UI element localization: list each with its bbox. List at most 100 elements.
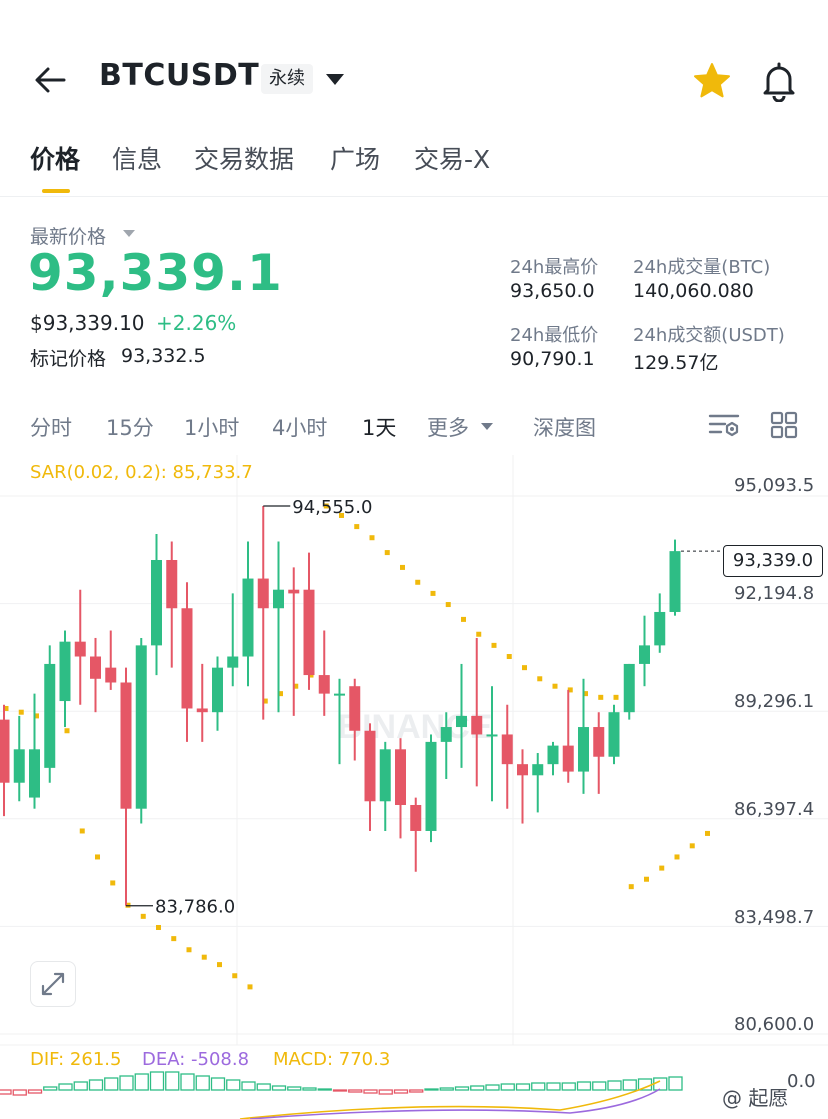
candle-body xyxy=(151,559,162,646)
candle-body xyxy=(166,559,178,609)
change-percent: +2.26% xyxy=(156,311,237,335)
candle-body xyxy=(13,749,25,783)
sar-dot xyxy=(18,709,24,715)
expand-chart-button[interactable] xyxy=(30,961,76,1007)
macd-bar xyxy=(439,1087,454,1091)
dif-label: DIF: 261.5 xyxy=(30,1049,122,1070)
interval-15m[interactable]: 15分 xyxy=(106,412,154,442)
bell-icon[interactable] xyxy=(758,60,800,102)
low-24h-label: 24h最低价 xyxy=(510,325,599,346)
candle-body xyxy=(105,667,117,683)
author-watermark: @ 起愿 xyxy=(722,1086,789,1110)
macd-bar xyxy=(119,1075,134,1091)
tab-trading-data[interactable]: 交易数据 xyxy=(194,140,294,176)
symbol-dropdown-caret-icon[interactable] xyxy=(326,74,344,85)
macd-bar xyxy=(500,1083,515,1091)
candle-body xyxy=(242,578,254,657)
interval-1h[interactable]: 1小时 xyxy=(184,412,239,442)
sar-dot xyxy=(415,579,421,585)
macd-panel xyxy=(0,1071,683,1119)
chart-settings-icon[interactable] xyxy=(707,410,741,442)
candle-body xyxy=(517,764,528,776)
interval-4h[interactable]: 4小时 xyxy=(272,412,327,442)
macd-bar xyxy=(88,1079,104,1091)
sar-dot xyxy=(384,550,390,556)
volume-usdt-value: 129.57亿 xyxy=(633,352,719,374)
interval-timeline[interactable]: 分时 xyxy=(30,412,72,442)
sar-dot xyxy=(552,683,558,689)
tab-info[interactable]: 信息 xyxy=(112,140,162,176)
candle-body xyxy=(456,715,467,728)
tab-price[interactable]: 价格 xyxy=(30,140,80,176)
interval-more[interactable]: 更多 xyxy=(427,412,469,442)
candlestick-chart[interactable]: BINANCE 94,555.0 83,786.0 xyxy=(0,455,828,1119)
tab-divider xyxy=(0,196,828,197)
tab-square[interactable]: 广场 xyxy=(330,140,380,176)
macd-bar xyxy=(531,1082,546,1091)
volume-btc-value: 140,060.080 xyxy=(633,280,754,302)
more-caret-icon[interactable] xyxy=(481,423,493,430)
candle-body xyxy=(425,741,437,831)
volume-btc-label: 24h成交量(BTC) xyxy=(633,257,771,278)
candle-body xyxy=(349,686,361,731)
sar-dot xyxy=(232,973,238,979)
y-axis-tick: 95,093.5 xyxy=(734,475,815,496)
candle-body xyxy=(578,727,589,772)
candle-body xyxy=(410,804,422,831)
candle-body xyxy=(395,749,406,805)
sar-dot xyxy=(354,524,360,530)
candle-body xyxy=(257,578,269,609)
sar-dot xyxy=(506,654,512,660)
sar-dot xyxy=(445,602,451,608)
macd-bar xyxy=(470,1085,485,1091)
macd-bar xyxy=(12,1089,27,1096)
low-annotation: 83,786.0 xyxy=(155,897,235,918)
sar-dot xyxy=(201,954,207,960)
y-axis-tick: 86,397.4 xyxy=(734,799,815,820)
sar-dot xyxy=(644,876,649,882)
macd-bar xyxy=(454,1086,470,1091)
perpetual-badge: 永续 xyxy=(261,64,313,94)
sar-dot xyxy=(79,828,85,834)
sar-dot xyxy=(156,924,161,930)
back-arrow-icon[interactable] xyxy=(30,60,70,100)
macd-bar xyxy=(592,1081,607,1091)
macd-bar xyxy=(27,1089,43,1094)
y-axis-tick: 92,194.8 xyxy=(734,583,815,604)
tab-trade-x[interactable]: 交易-X xyxy=(414,140,490,176)
macd-bar xyxy=(210,1077,226,1091)
dea-label: DEA: -508.8 xyxy=(142,1049,250,1070)
sar-dot xyxy=(689,843,695,849)
sar-dot xyxy=(369,535,375,541)
candle-body xyxy=(120,682,132,809)
macd-bar xyxy=(317,1088,332,1091)
candle-body xyxy=(669,551,681,612)
sar-dot xyxy=(628,884,634,890)
candle-body xyxy=(532,764,544,776)
interval-1d[interactable]: 1天 xyxy=(362,412,396,442)
macd-bar xyxy=(393,1089,409,1094)
sar-dot xyxy=(430,590,436,596)
layout-grid-icon[interactable] xyxy=(769,410,799,440)
macd-bar xyxy=(134,1073,149,1091)
symbol-title[interactable]: BTCUSDT xyxy=(99,58,259,93)
depth-chart-tab[interactable]: 深度图 xyxy=(533,412,596,442)
mark-price-value: 93,332.5 xyxy=(121,345,206,367)
active-tab-indicator xyxy=(42,189,70,193)
candle-body xyxy=(227,656,239,668)
macd-bar xyxy=(607,1080,622,1091)
price-type-caret-icon[interactable] xyxy=(123,230,135,237)
candle-body xyxy=(440,727,452,742)
macd-bar xyxy=(302,1087,317,1091)
macd-bar xyxy=(256,1083,271,1091)
candle-body xyxy=(288,589,300,594)
high-24h-value: 93,650.0 xyxy=(510,280,595,302)
macd-bar xyxy=(363,1089,378,1094)
sar-dot xyxy=(110,880,116,886)
candle-body xyxy=(212,667,223,713)
volume-usdt-label: 24h成交额(USDT) xyxy=(633,325,785,346)
candle-body xyxy=(379,749,391,802)
favorite-star-icon[interactable] xyxy=(692,61,732,101)
candle-body xyxy=(547,745,559,765)
candle-body xyxy=(608,712,620,757)
